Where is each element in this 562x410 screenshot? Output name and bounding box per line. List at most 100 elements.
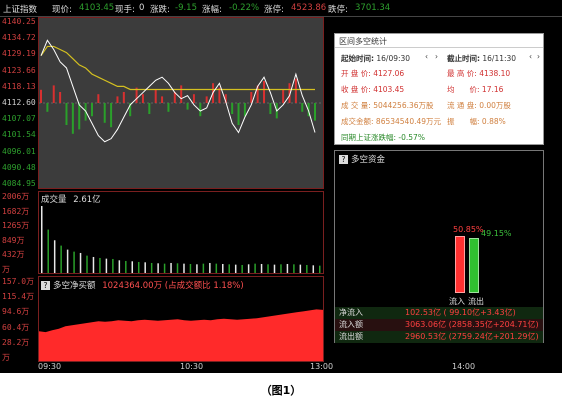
volume-bar: [306, 264, 308, 273]
volume-bar: [79, 252, 82, 273]
net-tick: 115.4万: [2, 292, 35, 301]
volume-bar: [66, 249, 69, 273]
volume-tick: 万: [2, 265, 10, 274]
volume-bar: [319, 265, 321, 273]
buy-bar: [205, 96, 208, 103]
price-tick: 4107.07: [2, 114, 36, 123]
pct-label: 涨幅:: [202, 5, 222, 15]
help-icon[interactable]: ?: [41, 281, 50, 290]
volume-bar: [273, 264, 276, 273]
buy-bar: [40, 89, 42, 103]
volume-bar: [183, 263, 185, 273]
help-icon[interactable]: ?: [339, 155, 348, 164]
sell-bar: [90, 103, 93, 117]
volume-bar: [53, 240, 56, 273]
inflow-label: 流入: [449, 297, 465, 306]
buy-bar: [116, 96, 119, 103]
high-price: 最 高 价: 4138.10: [447, 69, 511, 78]
sell-bar: [314, 103, 316, 121]
volume-tick: 432万: [2, 250, 25, 259]
limit-down-label: 跌停:: [328, 5, 348, 15]
volume-bar: [99, 257, 101, 273]
net-tick: 60.4万: [2, 323, 30, 332]
net-tick: 28.2万: [2, 338, 30, 347]
end-next-arrow-icon[interactable]: ›: [537, 52, 540, 61]
volume-bar: [228, 264, 230, 273]
stats-title: 区间多空统计: [339, 37, 387, 46]
current-label: 现价:: [52, 5, 72, 15]
swing-stat: 振 幅: 0.88%: [447, 117, 506, 126]
volume-bar: [105, 258, 108, 273]
outflow-pct: 49.15%: [481, 229, 512, 238]
time-axis: 09:30 10:30 13:00 14:00: [38, 362, 562, 373]
volume-chart-svg: [41, 206, 321, 273]
sell-bar: [199, 103, 202, 117]
sell-bar: [269, 103, 272, 114]
volume-bar: [241, 264, 243, 273]
buy-bar: [282, 89, 285, 103]
volume-bar: [293, 264, 295, 273]
volume-bar: [170, 262, 172, 273]
price-chart-svg: [39, 39, 323, 143]
price-axis: 4140.25 4134.72 4129.19 4123.66 4118.13 4112.…: [0, 17, 38, 189]
open-price: 开 盘 价: 4127.06: [341, 69, 405, 78]
net-value: 1024364.00万: [102, 281, 163, 291]
index-name[interactable]: 上证指数: [3, 3, 37, 15]
price-chart[interactable]: [38, 17, 324, 189]
buy-bar: [122, 92, 125, 103]
volume-tick: 849万: [2, 236, 25, 245]
volume-bar: [280, 264, 282, 273]
volume-bar: [86, 255, 88, 273]
volume-bar: [137, 261, 140, 273]
amount-stat: 成交金额: 86534540.49万元: [341, 117, 442, 126]
volume-bar: [163, 263, 166, 273]
current-value: 4103.45: [79, 3, 115, 13]
net-label: 多空净买额: [53, 281, 96, 291]
change-label: 涨跌:: [150, 5, 170, 15]
avg-price-line: [40, 45, 315, 91]
time-tick: 10:30: [180, 362, 204, 371]
sell-bar: [231, 103, 234, 114]
volume-bar: [60, 245, 62, 273]
inflow-bar: [455, 236, 465, 293]
volume-bar: [47, 229, 49, 273]
limit-up-value: 4523.86: [291, 3, 327, 13]
quote-header: 上证指数 现价: 4103.45 现手: 0 涨跌: -9.15 涨幅: -0.…: [0, 0, 562, 17]
end-time: 截止时间: 16/11:30: [447, 54, 517, 63]
volume-bar: [112, 258, 114, 273]
volume-bar: [118, 260, 121, 273]
volume-bar: [157, 263, 159, 273]
price-tick: 4123.66: [2, 66, 36, 75]
start-prev-arrow-icon[interactable]: ‹: [425, 52, 428, 61]
buy-bar: [192, 94, 195, 103]
inflow-row: 流入额 3063.06亿 (2858.35亿+204.71亿): [335, 319, 543, 331]
buy-bar: [52, 85, 55, 103]
end-prev-arrow-icon[interactable]: ‹: [529, 52, 532, 61]
price-line: [40, 39, 316, 143]
volume-axis: 2006万 1682万 1265万 849万 432万万: [0, 191, 38, 274]
volume-tick: 2006万: [2, 192, 30, 201]
net-tick: 94.6万: [2, 307, 30, 316]
sell-bar: [167, 103, 170, 112]
price-tick: 4096.01: [2, 147, 36, 156]
hand-label: 现手:: [115, 5, 135, 15]
volume-bar: [215, 263, 218, 273]
start-next-arrow-icon[interactable]: ›: [435, 52, 438, 61]
volume-bar: [176, 263, 179, 273]
net-buy-chart[interactable]: ? 多空净买额 1024364.00万 (占成交额比 1.18%): [38, 276, 324, 362]
close-price: 收 盘 价: 4103.45: [341, 85, 405, 94]
buy-bar: [294, 78, 297, 103]
time-tick: 13:00: [310, 362, 334, 371]
sell-bar: [110, 103, 113, 128]
limit-up-label: 涨停:: [264, 5, 284, 15]
sell-bar: [65, 103, 68, 125]
float-stat: 流 通 盘: 0.00万股: [447, 101, 511, 110]
volume-bar: [222, 263, 224, 273]
net-axis: 157.0万 115.4万 94.6万 60.4万 28.2万万: [0, 276, 38, 362]
volume-bar: [260, 263, 263, 273]
net-tick: 万: [2, 353, 10, 362]
volume-chart[interactable]: 成交量 2.61亿: [38, 191, 324, 274]
price-tick: 4112.60: [2, 98, 36, 107]
sell-bar: [71, 103, 74, 134]
price-tick: 4101.54: [2, 130, 36, 139]
